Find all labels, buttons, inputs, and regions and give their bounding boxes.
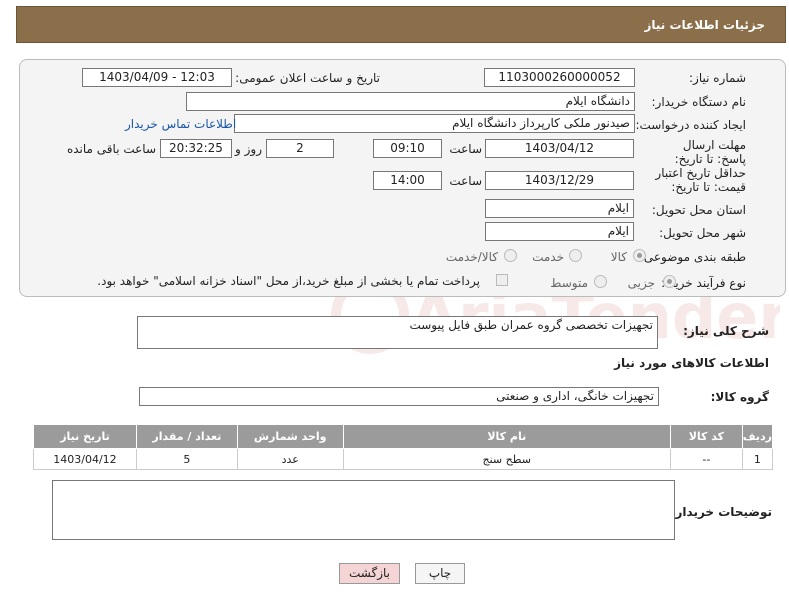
validity-time-field[interactable]: 14:00 xyxy=(373,171,442,190)
summary-label: شرح کلی نیاز: xyxy=(683,324,769,338)
announce-date-field[interactable]: 1403/04/09 - 12:03 xyxy=(82,68,232,87)
cell-name: سطح سنج xyxy=(342,448,671,470)
col-date-header: تاریخ نیاز xyxy=(33,424,137,449)
category-label: طبقه بندی موضوعی: xyxy=(639,250,746,264)
buyer-contact-link[interactable]: اطلاعات تماس خریدار xyxy=(125,117,236,131)
city-label: شهر محل تحویل: xyxy=(659,226,746,240)
category-both-label: کالا/خدمت xyxy=(445,250,498,264)
days-remaining-field[interactable]: 2 xyxy=(266,139,334,158)
process-medium-radio[interactable] xyxy=(594,275,607,288)
deadline-date-field[interactable]: 1403/04/12 xyxy=(485,139,634,158)
cell-qty: 5 xyxy=(135,448,238,470)
col-qty-header: تعداد / مقدار xyxy=(135,424,238,449)
buyer-notes-label: توضیحات خریدار: xyxy=(670,505,772,519)
category-service-radio[interactable] xyxy=(569,249,582,262)
city-field[interactable]: ایلام xyxy=(485,222,634,241)
creator-label: ایجاد کننده درخواست: xyxy=(635,118,746,132)
goods-group-field[interactable]: تجهیزات خانگی، اداری و صنعتی xyxy=(139,387,659,406)
cell-code: -- xyxy=(669,448,743,470)
col-name-header: نام کالا xyxy=(342,424,671,449)
page-title: جزئیات اطلاعات نیاز xyxy=(644,18,765,32)
col-code-header: کد کالا xyxy=(669,424,743,449)
buyer-org-field[interactable]: دانشگاه ایلام xyxy=(186,92,635,111)
treasury-payment-checkbox[interactable] xyxy=(496,274,508,286)
process-medium-label: متوسط xyxy=(550,276,588,290)
deadline-time-label: ساعت xyxy=(449,142,482,156)
days-label: روز و xyxy=(235,142,262,156)
need-number-field[interactable]: 1103000260000052 xyxy=(484,68,635,87)
goods-group-label: گروه کالا: xyxy=(710,390,769,404)
summary-textarea[interactable]: تجهیزات تخصصی گروه عمران طبق فایل پیوست xyxy=(137,316,658,349)
deadline-label: مهلت ارسال پاسخ: تا تاریخ: xyxy=(674,138,746,166)
process-minor-radio[interactable] xyxy=(663,275,676,288)
category-service-label: خدمت xyxy=(532,250,564,264)
table-row: 1 -- سطح سنج عدد 5 1403/04/12 xyxy=(33,448,774,470)
goods-section-title: اطلاعات کالاهای مورد نیاز xyxy=(614,356,769,370)
creator-field[interactable]: صیدنور ملکی کارپرداز دانشگاه ایلام xyxy=(234,114,635,133)
cell-row: 1 xyxy=(741,448,774,470)
page-header: جزئیات اطلاعات نیاز xyxy=(16,6,786,43)
treasury-payment-note: پرداخت تمام یا بخشی از مبلغ خرید،از محل … xyxy=(97,274,480,288)
cell-date: 1403/04/12 xyxy=(33,448,137,470)
col-row-header: ردیف xyxy=(741,424,774,449)
cell-unit: عدد xyxy=(236,448,344,470)
province-label: استان محل تحویل: xyxy=(651,203,746,217)
need-number-label: شماره نیاز: xyxy=(689,71,746,85)
category-goods-radio[interactable] xyxy=(633,249,646,262)
category-both-radio[interactable] xyxy=(504,249,517,262)
buyer-notes-textarea[interactable] xyxy=(52,480,675,540)
validity-time-label: ساعت xyxy=(449,174,482,188)
buyer-org-label: نام دستگاه خریدار: xyxy=(651,95,747,109)
announce-date-label: تاریخ و ساعت اعلان عمومی: xyxy=(235,71,380,85)
goods-table: ردیف کد کالا نام کالا واحد شمارش تعداد /… xyxy=(33,424,774,470)
time-remaining-field[interactable]: 20:32:25 xyxy=(160,139,232,158)
validity-label: حداقل تاریخ اعتبار قیمت: تا تاریخ: xyxy=(655,166,746,194)
back-button[interactable]: بازگشت xyxy=(339,563,400,584)
goods-table-header: ردیف کد کالا نام کالا واحد شمارش تعداد /… xyxy=(33,424,774,449)
col-unit-header: واحد شمارش xyxy=(236,424,344,449)
validity-date-field[interactable]: 1403/12/29 xyxy=(485,171,634,190)
deadline-time-field[interactable]: 09:10 xyxy=(373,139,442,158)
process-minor-label: جزیی xyxy=(627,276,655,290)
province-field[interactable]: ایلام xyxy=(485,199,634,218)
category-goods-label: کالا xyxy=(610,250,627,264)
time-remaining-label: ساعت باقی مانده xyxy=(66,142,156,156)
print-button[interactable]: چاپ xyxy=(415,563,465,584)
